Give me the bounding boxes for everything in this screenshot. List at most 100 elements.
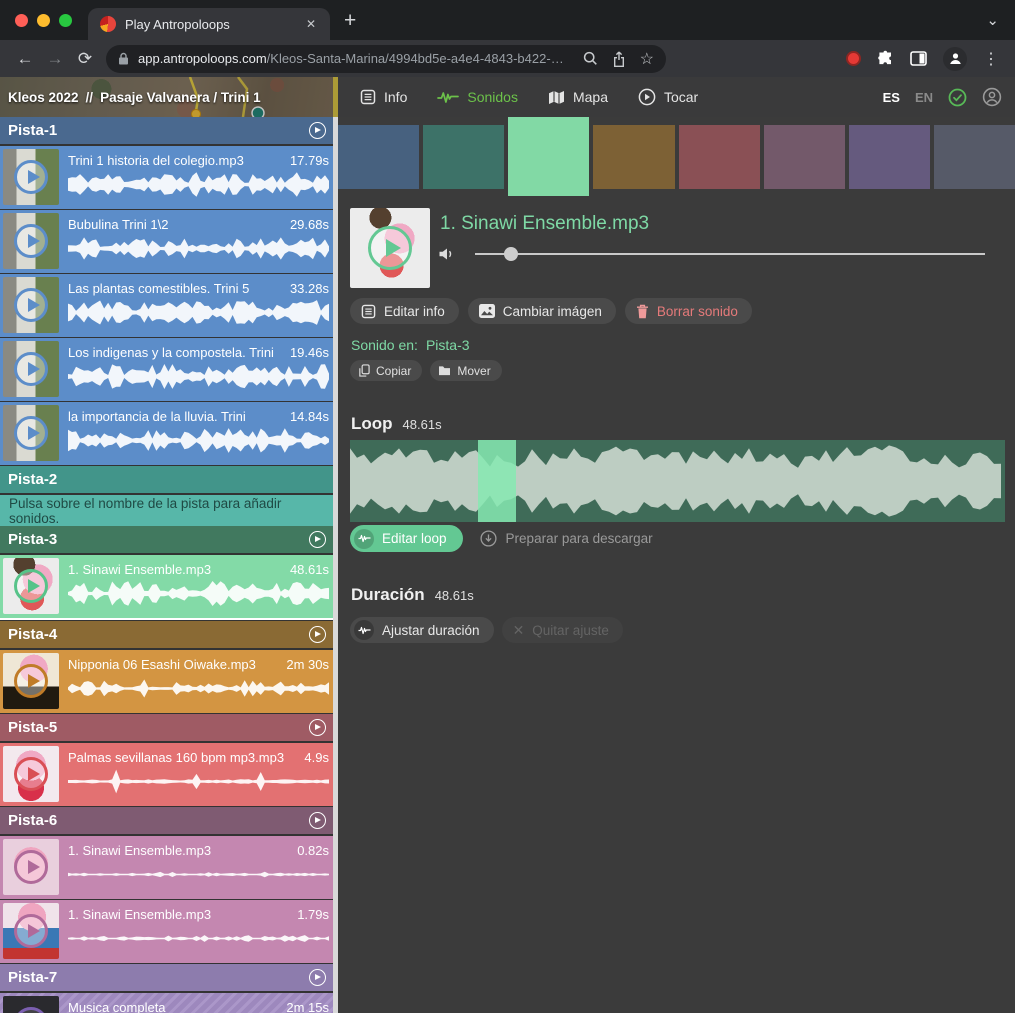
clip-thumbnail[interactable]	[3, 903, 59, 959]
clip-play-icon[interactable]	[14, 416, 48, 450]
clip-row[interactable]: Palmas sevillanas 160 bpm mp3.mp34.9s	[0, 743, 338, 806]
copy-button[interactable]: Copiar	[350, 360, 422, 381]
browser-menu-icon[interactable]: ⋮	[983, 49, 999, 69]
remove-adjust-button[interactable]: ✕ Quitar ajuste	[502, 617, 623, 643]
side-panel-icon[interactable]	[910, 51, 927, 66]
volume-slider[interactable]	[475, 253, 985, 255]
track-name[interactable]: Pista-5	[8, 719, 57, 736]
track-name[interactable]: Pista-7	[8, 969, 57, 986]
volume-slider-handle[interactable]	[504, 247, 518, 261]
clip-row[interactable]: 1. Sinawi Ensemble.mp31.79s	[0, 900, 338, 963]
clip-thumbnail[interactable]	[3, 558, 59, 614]
track-name[interactable]: Pista-6	[8, 812, 57, 829]
record-extension-icon[interactable]	[846, 51, 861, 66]
address-bar[interactable]: app.antropoloops.com/Kleos-Santa-Marina/…	[106, 45, 666, 73]
breadcrumb-path[interactable]: Pasaje Valvanera / Trini 1	[100, 90, 261, 105]
change-image-button[interactable]: Cambiar imágen	[468, 298, 616, 324]
clip-thumbnail[interactable]	[3, 405, 59, 461]
clip-play-icon[interactable]	[14, 569, 48, 603]
profile-avatar-icon[interactable]	[943, 47, 967, 71]
track-play-icon[interactable]	[309, 969, 326, 986]
adjust-duration-button[interactable]: Ajustar duración	[350, 617, 494, 643]
loop-waveform-panel[interactable]	[350, 440, 1005, 522]
track-play-icon[interactable]	[309, 719, 326, 736]
clip-name[interactable]: 1. Sinawi Ensemble.mp3	[68, 907, 211, 922]
clip-thumbnail[interactable]	[3, 341, 59, 397]
forward-button[interactable]: →	[40, 49, 70, 69]
clip-waveform[interactable]	[68, 926, 329, 951]
clip-play-icon[interactable]	[14, 160, 48, 194]
tab-info[interactable]: Info	[360, 89, 407, 105]
track-color-swatch-6[interactable]	[764, 125, 845, 189]
clip-name[interactable]: 1. Sinawi Ensemble.mp3	[68, 843, 211, 858]
clip-thumbnail[interactable]	[3, 839, 59, 895]
track-play-icon[interactable]	[309, 626, 326, 643]
loop-waveform[interactable]	[350, 440, 1005, 522]
track-header-pista-3[interactable]: Pista-3	[0, 526, 338, 553]
track-play-icon[interactable]	[309, 531, 326, 548]
edit-loop-button[interactable]: Editar loop	[350, 525, 463, 552]
track-color-swatch-7[interactable]	[849, 125, 930, 189]
clip-row[interactable]: Trini 1 historia del colegio.mp317.79s	[0, 146, 338, 209]
track-color-swatch-5[interactable]	[679, 125, 760, 189]
track-play-icon[interactable]	[309, 812, 326, 829]
clip-waveform[interactable]	[68, 862, 329, 887]
minimize-window-button[interactable]	[37, 14, 50, 27]
clip-waveform[interactable]	[68, 581, 329, 606]
clip-play-icon[interactable]	[14, 288, 48, 322]
clip-row[interactable]: Musica completa2m 15s	[0, 993, 338, 1013]
clip-play-icon[interactable]	[14, 224, 48, 258]
zoom-page-icon[interactable]	[583, 51, 598, 66]
clip-name[interactable]: 1. Sinawi Ensemble.mp3	[68, 562, 211, 577]
move-button[interactable]: Mover	[430, 360, 501, 381]
extensions-puzzle-icon[interactable]	[877, 50, 894, 67]
track-name[interactable]: Pista-2	[8, 471, 57, 488]
clip-name[interactable]: Palmas sevillanas 160 bpm mp3.mp3	[68, 750, 284, 765]
clip-play-icon[interactable]	[14, 664, 48, 698]
clip-thumbnail[interactable]	[3, 149, 59, 205]
tab-mapa[interactable]: Mapa	[548, 89, 608, 105]
clip-waveform[interactable]	[68, 172, 329, 197]
bookmark-star-icon[interactable]: ☆	[640, 49, 654, 69]
clip-thumbnail[interactable]	[3, 277, 59, 333]
new-tab-button[interactable]: +	[344, 10, 356, 31]
clip-row[interactable]: Bubulina Trini 1\229.68s	[0, 210, 338, 273]
clip-thumbnail[interactable]	[3, 996, 59, 1013]
track-play-icon[interactable]	[309, 122, 326, 139]
tab-close-icon[interactable]: ✕	[302, 15, 320, 33]
tab-search-chevron-icon[interactable]: ⌄	[986, 11, 999, 29]
track-header-pista-2[interactable]: Pista-2	[0, 466, 338, 493]
loop-selection-band[interactable]	[478, 440, 516, 522]
breadcrumb-project[interactable]: Kleos 2022	[8, 90, 79, 105]
clip-row[interactable]: la importancia de la lluvia. Trini14.84s	[0, 402, 338, 465]
clip-name[interactable]: Musica completa	[68, 1000, 166, 1013]
clip-name[interactable]: Nipponia 06 Esashi Oiwake.mp3	[68, 657, 256, 672]
tab-sonidos[interactable]: Sonidos	[437, 89, 518, 105]
clip-name[interactable]: Las plantas comestibles. Trini 5	[68, 281, 249, 296]
track-name[interactable]: Pista-1	[8, 122, 57, 139]
clip-play-icon[interactable]	[14, 1007, 48, 1013]
clip-row[interactable]: Nipponia 06 Esashi Oiwake.mp32m 30s	[0, 650, 338, 713]
edit-info-button[interactable]: Editar info	[350, 298, 459, 324]
clip-play-icon[interactable]	[14, 757, 48, 791]
clip-waveform[interactable]	[68, 676, 329, 701]
track-color-swatch-1[interactable]	[338, 125, 419, 189]
clip-play-icon[interactable]	[14, 914, 48, 948]
track-header-pista-5[interactable]: Pista-5	[0, 714, 338, 741]
track-link[interactable]: Pista-3	[426, 337, 470, 353]
back-button[interactable]: ←	[10, 49, 40, 69]
lang-en-button[interactable]: EN	[915, 90, 933, 105]
clip-play-icon[interactable]	[14, 850, 48, 884]
clip-waveform[interactable]	[68, 236, 329, 261]
clip-waveform[interactable]	[68, 769, 329, 794]
clip-name[interactable]: Trini 1 historia del colegio.mp3	[68, 153, 244, 168]
clip-waveform[interactable]	[68, 300, 329, 325]
clip-row-selected[interactable]: 1. Sinawi Ensemble.mp348.61s	[0, 555, 338, 620]
track-name[interactable]: Pista-3	[8, 531, 57, 548]
clip-name[interactable]: Los indigenas y la compostela. Trini	[68, 345, 274, 360]
clip-play-icon[interactable]	[14, 352, 48, 386]
close-window-button[interactable]	[15, 14, 28, 27]
breadcrumb[interactable]: Kleos 2022 // Pasaje Valvanera / Trini 1	[8, 77, 261, 117]
saved-check-icon[interactable]	[948, 88, 967, 107]
track-color-swatch-4[interactable]	[593, 125, 674, 189]
